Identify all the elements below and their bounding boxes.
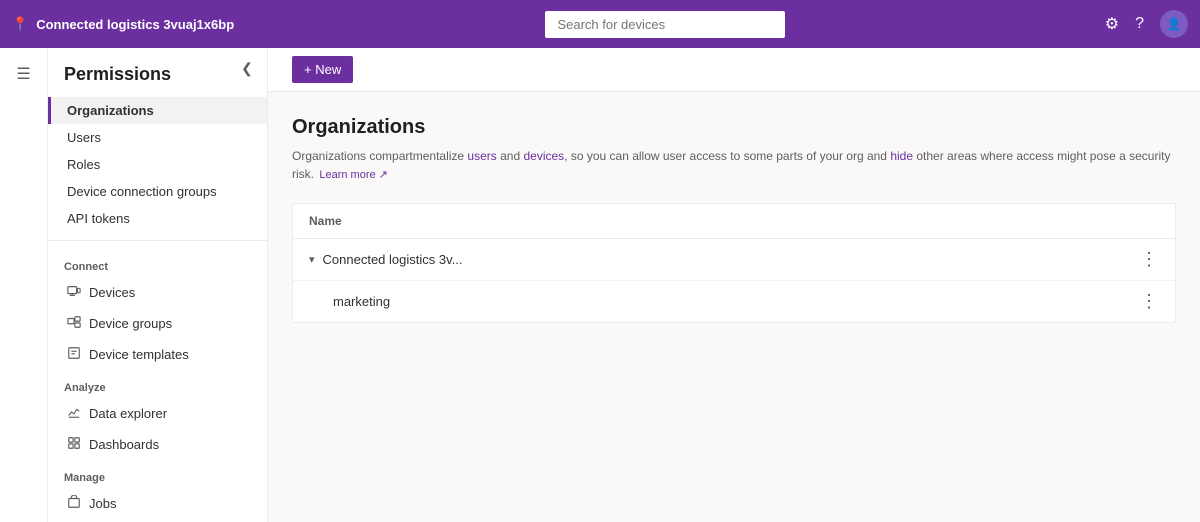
sidebar-item-jobs[interactable]: Jobs	[48, 488, 267, 519]
sidebar-item-data-explorer[interactable]: Data explorer	[48, 398, 267, 429]
left-nav: Permissions ❮ Organizations Users Roles …	[48, 48, 268, 522]
organizations-table: Name ▾ Connected logistics 3v... ⋮ marke…	[292, 203, 1176, 323]
sidebar-item-dashboards[interactable]: Dashboards	[48, 429, 267, 460]
topbar-actions: ⚙ ? 👤	[1105, 10, 1188, 38]
help-icon[interactable]: ?	[1135, 15, 1144, 33]
row-marketing-name: marketing	[333, 294, 390, 309]
row-actions-menu[interactable]: ⋮	[1140, 291, 1159, 312]
sidebar-item-data-explorer-label: Data explorer	[89, 406, 167, 421]
dashboards-icon	[67, 436, 81, 453]
icon-sidebar: ☰	[0, 48, 48, 522]
devices-icon	[67, 284, 81, 301]
sub-nav-item-device-connection-groups[interactable]: Device connection groups	[48, 178, 267, 205]
row-name-container: ▾ Connected logistics 3v...	[309, 252, 1140, 267]
devices-link[interactable]: devices	[523, 149, 564, 163]
sidebar-item-device-groups-label: Device groups	[89, 316, 172, 331]
table-row[interactable]: ▾ Connected logistics 3v... ⋮	[293, 239, 1175, 281]
main-layout: ☰ Permissions ❮ Organizations Users Role…	[0, 48, 1200, 522]
nav-section-analyze: Analyze	[48, 370, 267, 398]
topbar: 📍 Connected logistics 3vuaj1x6bp ⚙ ? 👤	[0, 0, 1200, 48]
sub-nav-item-roles[interactable]: Roles	[48, 151, 267, 178]
sidebar-item-devices-label: Devices	[89, 285, 135, 300]
pin-icon: 📍	[12, 16, 28, 32]
table-row[interactable]: marketing ⋮	[317, 281, 1175, 322]
app-logo: 📍 Connected logistics 3vuaj1x6bp	[12, 16, 234, 32]
new-button[interactable]: + New	[292, 56, 353, 83]
hide-link[interactable]: hide	[890, 149, 913, 163]
settings-icon[interactable]: ⚙	[1105, 14, 1119, 34]
device-templates-icon	[67, 346, 81, 363]
user-avatar[interactable]: 👤	[1160, 10, 1188, 38]
sidebar-item-device-groups[interactable]: Device groups	[48, 308, 267, 339]
main-content: + New Organizations Organizations compar…	[268, 48, 1200, 522]
row-org-name: Connected logistics 3v...	[323, 252, 463, 267]
nav-section-manage: Manage	[48, 460, 267, 488]
users-link[interactable]: users	[467, 149, 496, 163]
collapse-button[interactable]: ❮	[235, 56, 259, 80]
sub-nav-item-api-tokens[interactable]: API tokens	[48, 205, 267, 232]
toolbar: + New	[268, 48, 1200, 92]
page-title: Organizations	[292, 116, 1176, 139]
sidebar-item-jobs-label: Jobs	[89, 496, 116, 511]
learn-more-link[interactable]: Learn more ↗	[319, 169, 388, 181]
hamburger-menu-button[interactable]: ☰	[6, 56, 42, 92]
content-area: Organizations Organizations compartmenta…	[268, 92, 1200, 522]
app-title: Connected logistics 3vuaj1x6bp	[36, 17, 234, 32]
sub-nav: Organizations Users Roles Device connect…	[48, 97, 267, 232]
data-explorer-icon	[67, 405, 81, 422]
table-header: Name	[293, 204, 1175, 239]
sub-nav-item-organizations[interactable]: Organizations	[48, 97, 267, 124]
sub-nav-item-users[interactable]: Users	[48, 124, 267, 151]
row-actions-menu[interactable]: ⋮	[1140, 249, 1159, 270]
search-input[interactable]	[557, 17, 773, 32]
sidebar-item-dashboards-label: Dashboards	[89, 437, 159, 452]
page-description-text: Organizations compartmentalize users and…	[292, 149, 1170, 181]
nav-section-connect: Connect	[48, 249, 267, 277]
jobs-icon	[67, 495, 81, 512]
column-name-header: Name	[309, 214, 342, 228]
row-name-container: marketing	[333, 294, 1140, 309]
sidebar-item-device-templates[interactable]: Device templates	[48, 339, 267, 370]
page-description: Organizations compartmentalize users and…	[292, 147, 1176, 183]
chevron-down-icon: ▾	[309, 253, 315, 266]
search-bar[interactable]	[545, 11, 785, 38]
sidebar-item-devices[interactable]: Devices	[48, 277, 267, 308]
sidebar-item-device-templates-label: Device templates	[89, 347, 189, 362]
device-groups-icon	[67, 315, 81, 332]
